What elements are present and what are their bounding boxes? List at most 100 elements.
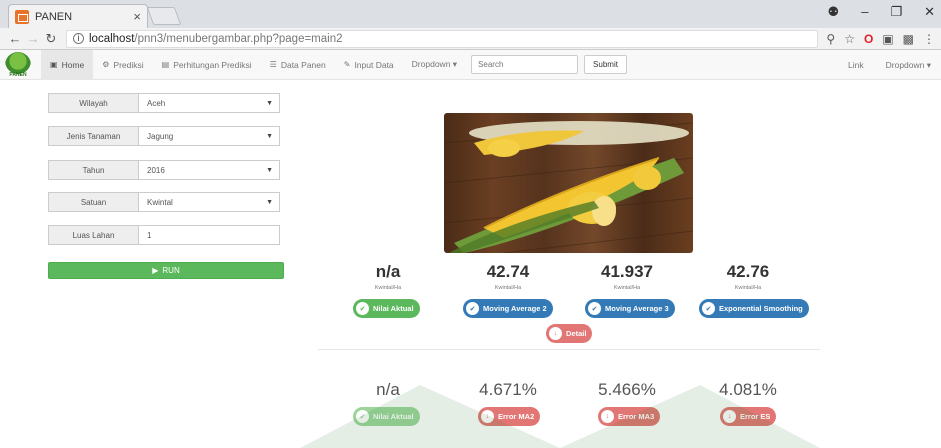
tahun-label: Tahun xyxy=(48,160,138,180)
corn-illustration xyxy=(444,121,693,253)
detail-label: Detail xyxy=(566,329,587,338)
list-icon: ☰ xyxy=(269,60,277,69)
wilayah-value: Aceh xyxy=(147,98,166,108)
zoom-icon[interactable]: ⚲ xyxy=(826,32,835,46)
reload-button[interactable]: ↻ xyxy=(42,31,60,47)
es-button[interactable]: ✔ Exponential Smoothing xyxy=(699,299,809,318)
tab-title: PANEN xyxy=(35,10,73,23)
check-icon: ✔ xyxy=(588,302,601,315)
extension-icon[interactable]: ▣ xyxy=(882,32,893,46)
result-aktual: n/a Kwintal/Ha xyxy=(323,262,453,291)
wilayah-select[interactable]: Aceh ▼ xyxy=(138,93,280,113)
forward-button[interactable]: → xyxy=(24,31,42,46)
bookmark-star-icon[interactable]: ☆ xyxy=(844,32,855,46)
address-bar: ← → ↻ i localhost/pnn3/menubergambar.php… xyxy=(0,28,941,50)
ma2-button[interactable]: ✔ Moving Average 2 xyxy=(463,299,553,318)
extensions: ⚲ ☆ O ▣ ▩ ⋮ xyxy=(826,32,935,46)
nilai-aktual-button[interactable]: ✔ Nilai Aktual xyxy=(353,299,420,318)
nav-dropdown-label: Dropdown ▾ xyxy=(411,59,458,69)
ma3-button[interactable]: ✔ Moving Average 3 xyxy=(585,299,675,318)
luas-lahan-input[interactable]: 1 xyxy=(138,225,280,245)
check-icon: ✔ xyxy=(702,302,715,315)
chevron-down-icon: ▼ xyxy=(266,132,273,140)
profile-icon[interactable]: ⚉ xyxy=(828,4,840,20)
nav-link[interactable]: Link xyxy=(848,60,864,70)
browser-tabbar: PANEN × ⚉ – ❐ ✕ xyxy=(0,0,941,28)
nav-dropdown[interactable]: Dropdown ▾ xyxy=(403,50,466,80)
satuan-select[interactable]: Kwintal ▼ xyxy=(138,192,280,212)
cogs-icon: ⚙ xyxy=(102,60,110,69)
url-host: localhost xyxy=(89,32,135,45)
new-tab-button[interactable] xyxy=(146,7,182,25)
jenis-tanaman-value: Jagung xyxy=(147,131,174,141)
back-button[interactable]: ← xyxy=(6,31,24,46)
nav-prediksi[interactable]: ⚙ Prediksi xyxy=(93,50,152,80)
result-es: 42.76 Kwintal/Ha xyxy=(683,262,813,291)
ma3-label: Moving Average 3 xyxy=(605,304,669,313)
result-aktual-unit: Kwintal/Ha xyxy=(374,285,402,291)
nav-perhitungan-label: Perhitungan Prediksi xyxy=(173,59,252,70)
satuan-row: Satuan Kwintal ▼ xyxy=(48,192,280,212)
satuan-value: Kwintal xyxy=(147,197,173,207)
close-window-button[interactable]: ✕ xyxy=(924,4,935,20)
app-navbar: PANEN ▣ Home ⚙ Prediksi ▤ Perhitungan Predi… xyxy=(0,49,941,80)
nav-home[interactable]: ▣ Home xyxy=(41,49,94,80)
extension2-icon[interactable]: ▩ xyxy=(903,32,914,46)
ma2-label: Moving Average 2 xyxy=(483,304,547,313)
run-button[interactable]: ▶ RUN xyxy=(48,262,284,279)
nav-perhitungan[interactable]: ▤ Perhitungan Prediksi xyxy=(153,50,261,80)
nav-right: Link Dropdown ▾ xyxy=(848,50,931,80)
result-ma3-unit: Kwintal/Ha xyxy=(613,285,641,291)
tab-close-icon[interactable]: × xyxy=(133,9,141,24)
result-ma2-unit: Kwintal/Ha xyxy=(494,285,522,291)
nav-data-panen-label: Data Panen xyxy=(280,59,326,70)
chevron-down-icon: ▼ xyxy=(266,99,273,107)
favicon-icon xyxy=(15,9,29,24)
bar-chart-icon: ▤ xyxy=(161,60,170,69)
luas-lahan-value: 1 xyxy=(147,230,152,240)
nav-right-dropdown[interactable]: Dropdown ▾ xyxy=(886,60,931,71)
play-icon: ▶ xyxy=(152,266,159,275)
browser-tab[interactable]: PANEN × xyxy=(8,4,148,28)
url-path: /pnn3/menubergambar.php?page=main2 xyxy=(134,32,343,45)
panen-logo[interactable]: PANEN xyxy=(5,51,31,78)
section-divider xyxy=(318,349,820,350)
tahun-row: Tahun 2016 ▼ xyxy=(48,160,280,180)
menu-icon[interactable]: ⋮ xyxy=(923,32,935,46)
jenis-tanaman-row: Jenis Tanaman Jagung ▼ xyxy=(48,126,280,146)
result-aktual-value: n/a xyxy=(375,262,401,281)
search-input[interactable] xyxy=(471,55,579,74)
nav-prediksi-label: Prediksi xyxy=(113,59,144,70)
tahun-value: 2016 xyxy=(147,165,165,175)
jenis-tanaman-label: Jenis Tanaman xyxy=(48,126,138,146)
jenis-tanaman-select[interactable]: Jagung ▼ xyxy=(138,126,280,146)
nav-input-data[interactable]: ✎ Input Data xyxy=(335,50,403,80)
logo-text: PANEN xyxy=(9,71,27,78)
nav-home-label: Home xyxy=(61,59,85,70)
edit-icon: ✎ xyxy=(343,60,351,69)
es-label: Exponential Smoothing xyxy=(719,304,803,313)
window-controls: ⚉ – ❐ ✕ xyxy=(828,4,935,20)
chevron-down-icon: ▼ xyxy=(266,198,273,206)
result-ma3-value: 41.937 xyxy=(601,262,653,281)
maximize-button[interactable]: ❐ xyxy=(890,4,902,20)
opera-icon[interactable]: O xyxy=(864,32,873,46)
arrow-down-icon: ↓ xyxy=(549,327,562,340)
check-icon: ✔ xyxy=(466,302,479,315)
nav-data-panen[interactable]: ☰ Data Panen xyxy=(261,50,335,80)
result-ma2-value: 42.74 xyxy=(486,262,530,281)
run-label: RUN xyxy=(162,266,180,275)
detail-button[interactable]: ↓ Detail xyxy=(546,324,593,343)
info-icon[interactable]: i xyxy=(73,33,84,44)
result-ma3: 41.937 Kwintal/Ha xyxy=(562,262,692,291)
minimize-button[interactable]: – xyxy=(861,4,868,20)
check-icon: ✔ xyxy=(356,302,369,315)
wilayah-row: Wilayah Aceh ▼ xyxy=(48,93,280,113)
tahun-select[interactable]: 2016 ▼ xyxy=(138,160,280,180)
luas-lahan-label: Luas Lahan xyxy=(48,225,138,245)
watermark-graphic xyxy=(300,385,820,448)
result-es-value: 42.76 xyxy=(726,262,770,281)
submit-button[interactable]: Submit xyxy=(584,55,627,74)
wilayah-label: Wilayah xyxy=(48,93,138,113)
url-input[interactable]: i localhost/pnn3/menubergambar.php?page=… xyxy=(66,29,819,48)
